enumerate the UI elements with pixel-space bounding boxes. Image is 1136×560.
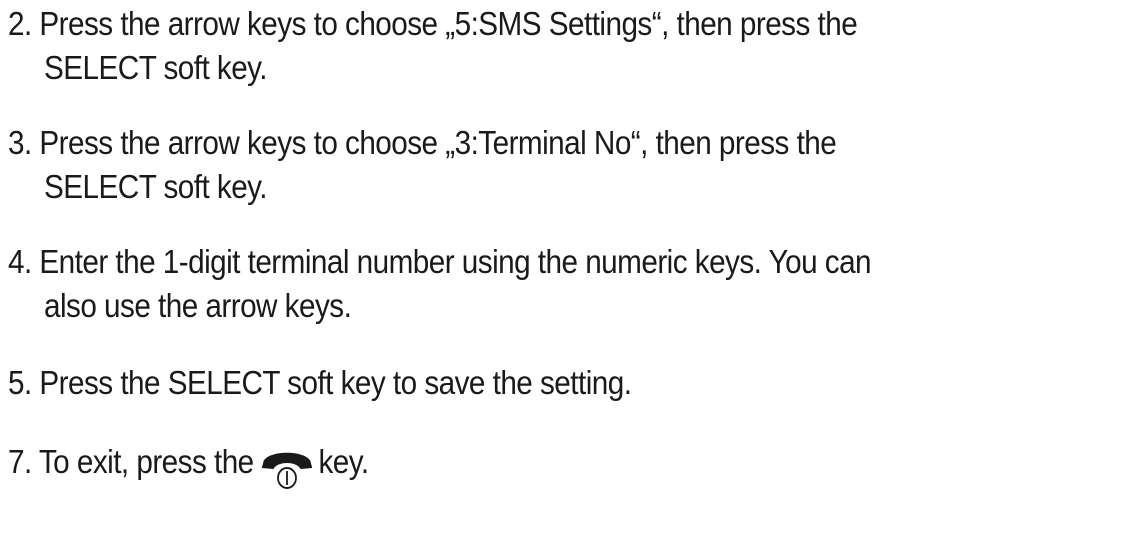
step-2-line-1: 2. Press the arrow keys to choose „5:SMS… bbox=[8, 5, 858, 42]
instructions-page: 2. Press the arrow keys to choose „5:SMS… bbox=[0, 0, 1136, 560]
step-7: 7. To exit, press the key. bbox=[8, 440, 369, 489]
step-3: 3. Press the arrow keys to choose „3:Ter… bbox=[8, 121, 837, 209]
step-3-line-1: 3. Press the arrow keys to choose „3:Ter… bbox=[8, 124, 837, 161]
step-3-line-2: SELECT soft key. bbox=[44, 168, 268, 205]
step-5: 5. Press the SELECT soft key to save the… bbox=[8, 361, 632, 405]
step-2: 2. Press the arrow keys to choose „5:SMS… bbox=[8, 2, 858, 90]
step-5-line-1: 5. Press the SELECT soft key to save the… bbox=[8, 364, 632, 401]
end-call-icon bbox=[261, 449, 313, 489]
step-7-text-after: key. bbox=[318, 443, 369, 480]
step-4: 4. Enter the 1-digit terminal number usi… bbox=[8, 240, 872, 328]
step-7-text-before: 7. To exit, press the bbox=[8, 443, 254, 480]
step-4-line-2: also use the arrow keys. bbox=[44, 287, 352, 324]
step-7-line-1: 7. To exit, press the key. bbox=[8, 440, 369, 489]
step-4-line-1: 4. Enter the 1-digit terminal number usi… bbox=[8, 243, 872, 280]
step-2-line-2: SELECT soft key. bbox=[44, 49, 268, 86]
